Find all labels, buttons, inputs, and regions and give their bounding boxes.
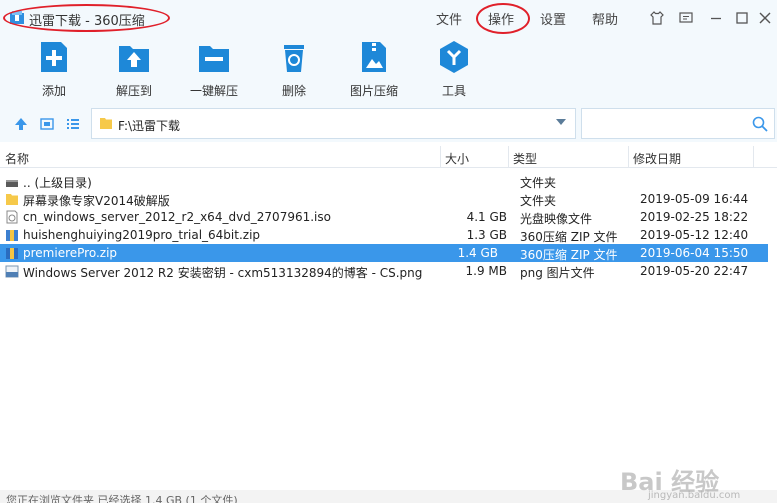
- parent-dir-icon: [6, 180, 18, 187]
- chevron-down-icon[interactable]: [555, 117, 567, 127]
- tools-icon: [440, 41, 468, 73]
- file-type: 光盘映像文件: [520, 212, 593, 226]
- extract-to-icon: [119, 46, 149, 72]
- minimize-icon[interactable]: [708, 10, 724, 26]
- feedback-icon[interactable]: [678, 10, 694, 26]
- path-text: F:\迅雷下载: [118, 119, 181, 133]
- add-file-icon: [41, 42, 67, 72]
- file-modified: 2019-05-12 12:40: [640, 228, 749, 242]
- menu-settings[interactable]: 设置: [540, 9, 566, 28]
- file-size: 1.3 GB: [466, 228, 507, 242]
- file-type: png 图片文件: [520, 266, 595, 280]
- file-type: 360压缩 ZIP 文件: [520, 248, 618, 262]
- column-header-type[interactable]: 类型: [513, 150, 537, 167]
- search-box[interactable]: [581, 108, 775, 139]
- zip-archive-icon: [6, 248, 18, 259]
- menu-file[interactable]: 文件: [436, 9, 462, 28]
- column-divider[interactable]: [440, 146, 441, 168]
- file-type: 文件夹: [520, 176, 557, 190]
- png-file-icon: [5, 265, 19, 278]
- file-row[interactable]: cn_windows_server_2012_r2_x64_dvd_270796…: [0, 208, 777, 226]
- path-field[interactable]: F:\迅雷下载: [91, 108, 576, 139]
- file-size: 4.1 GB: [466, 210, 507, 224]
- file-row[interactable]: Windows Server 2012 R2 安装密钥 - cxm5131328…: [0, 262, 777, 280]
- status-text: 您正在浏览文件夹 已经选择 1.4 GB (1 个文件): [6, 494, 238, 503]
- file-modified: 2019-05-09 16:44: [640, 192, 749, 206]
- search-icon[interactable]: [752, 116, 768, 132]
- file-name: cn_windows_server_2012_r2_x64_dvd_270796…: [23, 210, 331, 224]
- close-icon[interactable]: [757, 10, 773, 26]
- file-name: premierePro.zip: [23, 246, 118, 260]
- file-row-selected[interactable]: premierePro.zip 1.4 GB 360压缩 ZIP 文件 2019…: [0, 244, 768, 262]
- extract-to-button[interactable]: 解压到: [98, 40, 170, 99]
- list-view-icon[interactable]: [65, 116, 81, 132]
- watermark-url: jingyan.baidu.com: [648, 490, 741, 501]
- column-divider[interactable]: [508, 146, 509, 168]
- file-modified: 2019-05-20 22:47: [640, 264, 749, 278]
- folder-icon: [6, 194, 18, 205]
- file-name: 屏幕录像专家V2014破解版: [23, 194, 170, 208]
- annotation-ellipse-menu: [476, 3, 530, 34]
- delete-button[interactable]: 删除: [258, 40, 330, 99]
- one-click-extract-button[interactable]: 一键解压: [178, 40, 250, 99]
- image-compress-icon: [362, 42, 386, 72]
- file-row[interactable]: 屏幕录像专家V2014破解版 文件夹 2019-05-09 16:44: [0, 190, 777, 208]
- file-name: .. (上级目录): [23, 176, 92, 190]
- column-divider[interactable]: [628, 146, 629, 168]
- file-size: 1.9 MB: [465, 264, 507, 278]
- image-compress-button[interactable]: 图片压缩: [338, 40, 410, 99]
- disc-image-icon: [6, 210, 18, 224]
- search-input[interactable]: [582, 109, 742, 138]
- column-divider[interactable]: [753, 146, 754, 168]
- maximize-icon[interactable]: [734, 10, 750, 26]
- file-modified: 2019-06-04 15:50: [640, 246, 749, 260]
- file-row[interactable]: .. (上级目录) 文件夹: [0, 172, 777, 190]
- column-header-name[interactable]: 名称: [5, 150, 29, 167]
- recycle-bin-icon: [284, 45, 304, 72]
- annotation-ellipse-title: [3, 4, 170, 32]
- thumbnail-view-icon[interactable]: [39, 116, 55, 132]
- file-modified: 2019-02-25 18:22: [640, 210, 749, 224]
- add-button[interactable]: 添加: [18, 40, 90, 99]
- file-type: 360压缩 ZIP 文件: [520, 230, 618, 244]
- file-name: Windows Server 2012 R2 安装密钥 - cxm5131328…: [23, 266, 423, 280]
- file-list-header: 名称 大小 类型 修改日期: [0, 146, 777, 168]
- folder-icon: [100, 118, 112, 129]
- column-header-size[interactable]: 大小: [445, 150, 469, 167]
- zip-archive-icon: [6, 230, 18, 241]
- tools-button[interactable]: 工具: [418, 40, 490, 99]
- one-click-extract-icon: [199, 46, 229, 72]
- up-level-icon[interactable]: [13, 116, 29, 132]
- file-row[interactable]: huishenghuiying2019pro_trial_64bit.zip 1…: [0, 226, 777, 244]
- toolbar: 添加 解压到 一键解压 删除 图片压缩 工具: [0, 36, 777, 106]
- watermark: Bai 经验 jingyan.baidu.com: [620, 462, 770, 502]
- file-type: 文件夹: [520, 194, 557, 208]
- file-size: 1.4 GB: [457, 246, 498, 260]
- skin-icon[interactable]: [649, 10, 665, 26]
- column-header-modified[interactable]: 修改日期: [633, 150, 681, 167]
- menu-help[interactable]: 帮助: [592, 9, 618, 28]
- file-name: huishenghuiying2019pro_trial_64bit.zip: [23, 228, 261, 242]
